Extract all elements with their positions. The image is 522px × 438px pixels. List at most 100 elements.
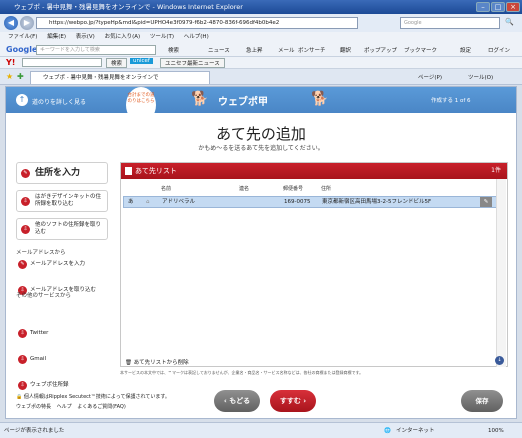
pencil-icon: ✎ bbox=[18, 260, 27, 269]
column-address: 住所 bbox=[321, 186, 332, 192]
edit-icon[interactable]: ✎ bbox=[480, 197, 492, 207]
menu-edit[interactable]: 編集(E) bbox=[47, 34, 66, 40]
google-toolbar: Google キーワードを入力して検索 検索 ニュース 急上昇 メール ボンサー… bbox=[0, 43, 522, 57]
import-other-software-label: 他のソフトの住所録を取り込む bbox=[35, 222, 102, 235]
address-count: 1件 bbox=[491, 167, 501, 174]
zoom-level[interactable]: 100% bbox=[488, 423, 504, 438]
list-scrollbar[interactable] bbox=[496, 179, 506, 367]
tab-webpo[interactable]: ウェブポ - 暑中見舞・残暑見舞をオンラインで bbox=[30, 71, 210, 84]
top-banner: ↑ 道のりを詳しく見る ウェブポ甲 🐕 🐕 作成する 1 of 6 bbox=[6, 87, 516, 113]
gmail-label: Gmail bbox=[30, 356, 47, 362]
footer-link-help[interactable]: ヘルプ bbox=[57, 404, 72, 410]
google-logo: Google bbox=[6, 45, 38, 54]
google-search-input[interactable]: キーワードを入力して検索 bbox=[36, 45, 156, 55]
enter-email-label: メールアドレスを入力 bbox=[30, 261, 86, 267]
window-title-bar: ウェブポ - 暑中見舞・残暑見舞をオンラインで - Windows Intern… bbox=[0, 0, 522, 14]
menu-bar: ファイル(F) 編集(E) 表示(V) お気に入り(A) ツール(T) ヘルプ(… bbox=[0, 32, 522, 43]
toolbar-login[interactable]: ログイン bbox=[488, 46, 510, 54]
toolbar-search[interactable]: 検索 bbox=[168, 46, 179, 54]
mail-section-heading: メールアドレスから bbox=[16, 250, 66, 256]
toolbar-trending[interactable]: 急上昇 bbox=[246, 46, 263, 54]
enter-email-link[interactable]: ✎ メールアドレスを入力 bbox=[18, 258, 114, 271]
dog-white-icon: 🐕 bbox=[191, 91, 209, 107]
page-subtitle: かもめ〜るを送るあて先を追加してください。 bbox=[198, 145, 324, 152]
import-icon: ⇩ bbox=[18, 329, 27, 338]
import-icon: ⇩ bbox=[21, 197, 30, 206]
enter-address-label: 住所を入力 bbox=[35, 168, 81, 178]
search-input[interactable]: Google bbox=[400, 17, 500, 29]
add-favorite-icon[interactable]: ✚ bbox=[17, 72, 24, 81]
address-list-title: あて先リスト bbox=[135, 167, 177, 175]
row-index: あ bbox=[128, 199, 134, 205]
menu-view[interactable]: 表示(V) bbox=[76, 34, 95, 40]
toolbar-bonsearch[interactable]: ボンサーチ bbox=[298, 46, 326, 54]
menu-favorites[interactable]: お気に入り(A) bbox=[105, 34, 141, 40]
yahoo-toolbar: Y! 検索 unicef ユニセフ最新ニュース bbox=[0, 57, 522, 69]
toolbar-bookmark[interactable]: ブックマーク bbox=[404, 46, 437, 54]
webpo-logo: ウェブポ甲 bbox=[218, 97, 268, 108]
favorites-star-icon[interactable]: ★ bbox=[6, 72, 13, 81]
toolbar-translate[interactable]: 翻訳 bbox=[340, 46, 351, 54]
tab-bar: ★ ✚ ウェブポ - 暑中見舞・残暑見舞をオンラインで ページ(P) ツール(O… bbox=[0, 69, 522, 85]
pencil-icon: ✎ bbox=[21, 169, 30, 178]
toolbar-news[interactable]: ニュース bbox=[208, 46, 230, 54]
menu-tools[interactable]: ツール(T) bbox=[150, 34, 174, 40]
close-button[interactable]: × bbox=[506, 2, 520, 12]
twitter-label: Twitter bbox=[30, 330, 49, 336]
tools-menu[interactable]: ツール(O) bbox=[468, 73, 493, 81]
status-bar: ページが表示されました 🌐 インターネット 100% bbox=[0, 422, 522, 438]
footer-link-faq[interactable]: よくあるご質問(FAQ) bbox=[77, 404, 126, 410]
save-button[interactable]: 保存 bbox=[461, 390, 503, 412]
yahoo-logo: Y! bbox=[6, 58, 16, 67]
import-other-software-button[interactable]: ⇩ 他のソフトの住所録を取り込む bbox=[16, 218, 108, 240]
dog-black-icon: 🐕 bbox=[311, 91, 329, 107]
enter-address-button[interactable]: ✎ 住所を入力 bbox=[16, 162, 108, 184]
footer: 🔒 個人情報はRipplex Secutect™技術によって保護されています。 … bbox=[16, 392, 170, 412]
webpo-addressbook-link[interactable]: ⇩ ウェブポ住所録 bbox=[18, 379, 114, 392]
house-icon: ⌂ bbox=[146, 199, 150, 205]
next-arrow-icon: › bbox=[300, 397, 307, 405]
back-button[interactable]: ‹ もどる bbox=[214, 390, 260, 412]
toolbar-mail[interactable]: メール bbox=[278, 46, 295, 54]
unicef-news-button[interactable]: ユニセフ最新ニュース bbox=[160, 58, 225, 68]
page-menu[interactable]: ページ(P) bbox=[418, 73, 442, 81]
gmail-link[interactable]: ⇩ Gmail bbox=[18, 353, 114, 366]
step-indicator: 作成する 1 of 6 bbox=[431, 98, 471, 104]
search-icon[interactable]: 🔍 bbox=[505, 18, 514, 26]
guide-link[interactable]: 道のりを詳しく見る bbox=[32, 97, 86, 106]
yahoo-search-button[interactable]: 検索 bbox=[106, 58, 128, 68]
column-joint: 連名 bbox=[239, 186, 250, 192]
column-zip: 郵便番号 bbox=[283, 186, 304, 192]
address-list-panel: あて先リスト 1件 名前 連名 郵便番号 住所 あ ⌂ アドリベラル 169-0… bbox=[120, 162, 508, 367]
toolbar-popup[interactable]: ポップアップ bbox=[364, 46, 397, 54]
twitter-link[interactable]: ⇩ Twitter bbox=[18, 327, 114, 340]
maximize-button[interactable]: □ bbox=[491, 2, 505, 12]
list-icon bbox=[125, 167, 132, 175]
page-title: あて先の追加 bbox=[216, 125, 306, 143]
menu-file[interactable]: ファイル(F) bbox=[8, 34, 37, 40]
footer-link-features[interactable]: ウェブポの特長 bbox=[16, 404, 51, 410]
next-button[interactable]: すすむ › bbox=[270, 390, 316, 412]
webpo-addressbook-label: ウェブポ住所録 bbox=[30, 382, 69, 388]
delete-from-list-button[interactable]: 🗑 あて先リストから削除 bbox=[125, 358, 189, 366]
import-hagaki-kit-label: はがきデザインキットの住所録を取り込む bbox=[35, 194, 102, 207]
import-hagaki-kit-button[interactable]: ⇩ はがきデザインキットの住所録を取り込む bbox=[16, 190, 108, 212]
page-content: ↑ 道のりを詳しく見る ウェブポ甲 🐕 🐕 作成する 1 of 6 合計までの道… bbox=[5, 86, 517, 419]
import-icon: ⇩ bbox=[18, 355, 27, 364]
menu-help[interactable]: ヘルプ(H) bbox=[184, 34, 209, 40]
minimize-button[interactable]: – bbox=[476, 2, 490, 12]
back-nav-icon[interactable]: ◀ bbox=[4, 16, 18, 30]
footer-links: ウェブポの特長 ヘルプ よくあるご質問(FAQ) bbox=[16, 402, 170, 412]
yahoo-search-input[interactable] bbox=[22, 58, 102, 67]
trademark-notice: 本サービスの本文中では、™マークは表記しておりませんが、企業名・商品名・サービス… bbox=[120, 370, 364, 375]
table-row[interactable]: あ ⌂ アドリベラル 169-0075 東京都新宿区高田馬場3-2-5フレンドビ… bbox=[123, 196, 505, 208]
address-bar-row: ◀ ▶ https://webpo.jp/?typeHp&mdl&pid=UPH… bbox=[0, 14, 522, 32]
forward-nav-icon[interactable]: ▶ bbox=[20, 16, 34, 30]
progress-bubble[interactable]: 合計までの道のりはこちら bbox=[126, 87, 156, 123]
up-arrow-icon[interactable]: ↑ bbox=[16, 94, 28, 106]
toolbar-settings[interactable]: 設定 bbox=[460, 46, 471, 54]
security-text: 個人情報はRipplex Secutect™技術によって保護されています。 bbox=[23, 394, 170, 400]
scroll-down-icon[interactable]: ↓ bbox=[495, 356, 504, 365]
row-address: 東京都新宿区高田馬場3-2-5フレンドビル5F bbox=[322, 199, 432, 205]
address-field[interactable]: https://webpo.jp/?typeHp&mdl&pid=UPHO4e3… bbox=[36, 17, 358, 29]
